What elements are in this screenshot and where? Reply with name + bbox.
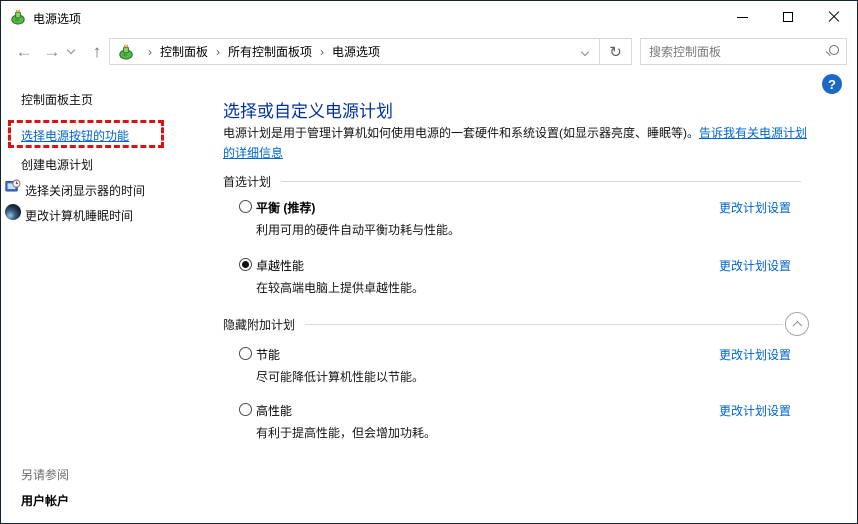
section-preferred-plans: 首选计划 bbox=[223, 175, 272, 189]
forward-icon: → bbox=[43, 42, 61, 61]
refresh-button[interactable]: ↻ bbox=[599, 38, 632, 65]
plan-name: 节能 bbox=[256, 348, 281, 362]
radio-balanced[interactable] bbox=[239, 200, 252, 213]
plan-description: 在较高端电脑上提供卓越性能。 bbox=[256, 281, 425, 295]
up-icon: ↑ bbox=[92, 42, 102, 61]
description-text: 电源计划是用于管理计算机如何使用电源的一套硬件和系统设置(如显示器亮度、睡眠等)… bbox=[223, 126, 699, 140]
breadcrumb-power-options[interactable]: 电源选项 bbox=[332, 43, 380, 60]
breadcrumb-separator: › bbox=[148, 44, 152, 59]
plan-row-power-saver: 节能 更改计划设置 尽可能降低计算机性能以节能。 bbox=[239, 346, 799, 386]
change-plan-settings-link[interactable]: 更改计划设置 bbox=[719, 257, 791, 274]
navigation-bar: ← → ↑ › 控制面板 › 所有控制面板项 › 电源选项 ↻ bbox=[1, 33, 857, 70]
close-icon bbox=[828, 11, 840, 23]
plan-description: 有利于提高性能，但会增加功耗。 bbox=[256, 426, 437, 440]
sidebar-item-display-off-time[interactable]: 选择关闭显示器的时间 bbox=[25, 182, 145, 199]
breadcrumb-control-panel[interactable]: 控制面板 bbox=[160, 43, 208, 60]
power-options-breadcrumb-icon bbox=[119, 44, 133, 60]
window-title: 电源选项 bbox=[33, 12, 82, 26]
radio-ultimate[interactable] bbox=[239, 258, 252, 271]
maximize-icon bbox=[783, 12, 793, 22]
sidebar-item-sleep-time[interactable]: 更改计算机睡眠时间 bbox=[25, 207, 133, 224]
power-options-icon bbox=[11, 9, 25, 25]
breadcrumb-all-items[interactable]: 所有控制面板项 bbox=[228, 43, 312, 60]
collapse-plans-button[interactable] bbox=[785, 312, 809, 336]
title-bar: 电源选项 bbox=[1, 1, 857, 33]
change-plan-settings-link[interactable]: 更改计划设置 bbox=[719, 402, 791, 419]
refresh-icon: ↻ bbox=[609, 43, 622, 61]
forward-button[interactable]: → bbox=[39, 33, 65, 70]
section-hidden-plans: 隐藏附加计划 bbox=[223, 318, 296, 332]
sidebar-item-user-accounts[interactable]: 用户帐户 bbox=[21, 492, 69, 509]
help-button[interactable]: ? bbox=[822, 74, 842, 94]
plan-row-balanced: 平衡 (推荐) 更改计划设置 利用可用的硬件自动平衡功耗与性能。 bbox=[239, 199, 799, 239]
back-button[interactable]: ← bbox=[11, 33, 37, 70]
section-divider bbox=[305, 324, 783, 325]
plan-row-high-performance: 高性能 更改计划设置 有利于提高性能，但会增加功耗。 bbox=[239, 402, 799, 442]
sidebar-item-power-buttons[interactable]: 选择电源按钮的功能 bbox=[21, 127, 129, 144]
change-plan-settings-link[interactable]: 更改计划设置 bbox=[719, 199, 791, 216]
address-bar[interactable]: › 控制面板 › 所有控制面板项 › 电源选项 bbox=[109, 38, 601, 65]
plan-name: 平衡 (推荐) bbox=[256, 201, 316, 215]
back-icon: ← bbox=[15, 42, 33, 61]
close-button[interactable] bbox=[811, 1, 857, 33]
sidebar-item-create-plan[interactable]: 创建电源计划 bbox=[21, 156, 93, 173]
power-options-window: 电源选项 ← → ↑ › 控制面板 › 所有控制面板项 › 电源选项 ↻ 搜索控… bbox=[0, 0, 858, 524]
plan-description: 利用可用的硬件自动平衡功耗与性能。 bbox=[256, 223, 461, 237]
minimize-button[interactable] bbox=[719, 1, 765, 33]
chevron-up-icon bbox=[792, 320, 802, 331]
breadcrumb-separator: › bbox=[216, 44, 221, 59]
radio-power-saver[interactable] bbox=[239, 347, 252, 360]
plan-description: 尽可能降低计算机性能以节能。 bbox=[256, 370, 425, 384]
search-input[interactable] bbox=[649, 44, 825, 59]
address-dropdown-icon[interactable] bbox=[580, 47, 590, 56]
radio-high-performance[interactable] bbox=[239, 403, 252, 416]
history-dropdown-icon[interactable] bbox=[66, 45, 76, 55]
help-icon: ? bbox=[828, 76, 836, 92]
sleep-icon bbox=[5, 204, 21, 220]
plan-name: 高性能 bbox=[256, 404, 293, 418]
see-also-label: 另请参阅 bbox=[21, 468, 70, 482]
section-divider bbox=[281, 181, 801, 182]
page-title: 选择或自定义电源计划 bbox=[223, 102, 393, 121]
search-box bbox=[640, 38, 847, 65]
up-button[interactable]: ↑ bbox=[85, 33, 109, 70]
change-plan-settings-link[interactable]: 更改计划设置 bbox=[719, 346, 791, 363]
plan-name: 卓越性能 bbox=[256, 259, 305, 273]
page-description: 电源计划是用于管理计算机如何使用电源的一套硬件和系统设置(如显示器亮度、睡眠等)… bbox=[223, 123, 811, 163]
search-icon bbox=[825, 45, 839, 58]
plan-row-ultimate: 卓越性能 更改计划设置 在较高端电脑上提供卓越性能。 bbox=[239, 257, 799, 297]
breadcrumb-separator: › bbox=[320, 44, 325, 59]
minimize-icon bbox=[736, 16, 748, 18]
sidebar-item-control-panel-home[interactable]: 控制面板主页 bbox=[21, 91, 93, 108]
display-timeout-icon bbox=[5, 179, 21, 192]
maximize-button[interactable] bbox=[765, 1, 811, 33]
